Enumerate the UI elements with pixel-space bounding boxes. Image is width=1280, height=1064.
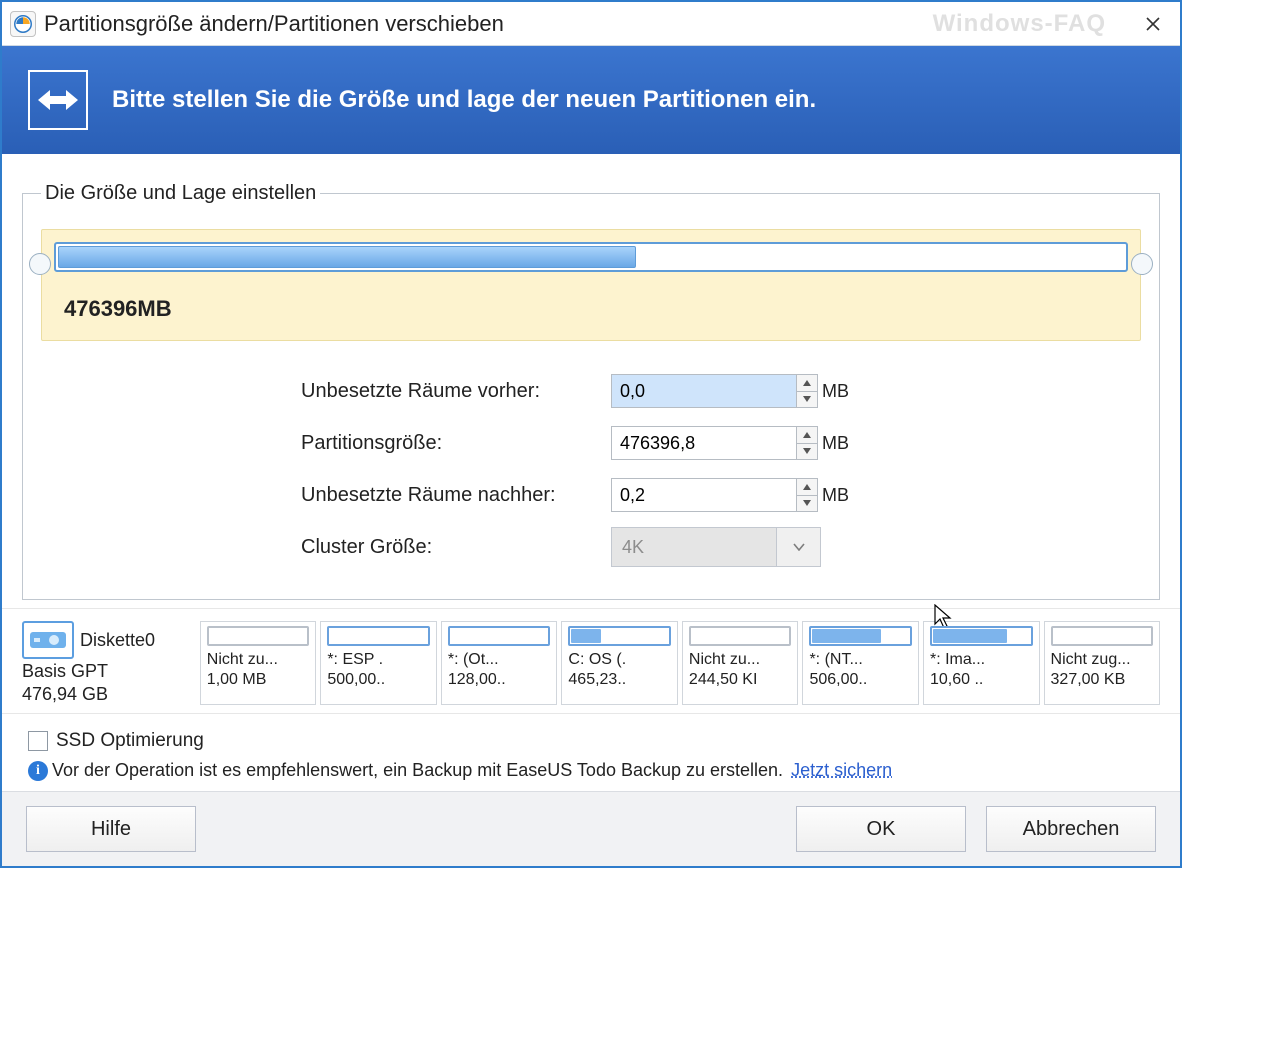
- partition-bar-fill: [58, 246, 636, 268]
- help-button[interactable]: Hilfe: [26, 806, 196, 852]
- button-bar: Hilfe OK Abbrechen: [2, 791, 1180, 866]
- disk-icon: [22, 621, 74, 659]
- partition-tile-size: 327,00 KB: [1051, 670, 1154, 690]
- partition-tile[interactable]: Nicht zu...244,50 KI: [682, 621, 799, 705]
- partition-tile[interactable]: Nicht zug...327,00 KB: [1044, 621, 1161, 705]
- partition-tile-size: 10,60 ..: [930, 670, 1033, 690]
- cluster-size-label: Cluster Größe:: [301, 536, 611, 559]
- cluster-size-value: 4K: [612, 537, 776, 558]
- space-before-up[interactable]: [797, 375, 817, 392]
- banner-text: Bitte stellen Sie die Größe und lage der…: [112, 86, 816, 114]
- partition-size-label: 476396MB: [54, 296, 1128, 322]
- ssd-optimization-checkbox[interactable]: [28, 731, 48, 751]
- unit-label: MB: [822, 381, 849, 402]
- fieldset-legend: Die Größe und Lage einstellen: [41, 182, 320, 205]
- partition-tile-bar: [689, 626, 792, 646]
- partition-tile-label: *: ESP .: [327, 650, 430, 670]
- chevron-down-icon: [776, 528, 820, 566]
- partition-tile-size: 506,00..: [809, 670, 912, 690]
- partition-tile-bar: [930, 626, 1033, 646]
- backup-hint-text: Vor der Operation ist es empfehlenswert,…: [52, 760, 783, 781]
- partition-tile-size: 500,00..: [327, 670, 430, 690]
- partition-size-input[interactable]: [611, 426, 797, 460]
- partition-tile[interactable]: Nicht zu...1,00 MB: [200, 621, 317, 705]
- partition-tile[interactable]: *: (NT...506,00..: [802, 621, 919, 705]
- partition-tile-size: 465,23..: [568, 670, 671, 690]
- partition-tile-bar: [809, 626, 912, 646]
- slider-handle-left[interactable]: [29, 253, 51, 275]
- space-after-down[interactable]: [797, 496, 817, 512]
- resize-icon: [28, 70, 88, 130]
- partition-tile-label: *: (NT...: [809, 650, 912, 670]
- disk-info: Diskette0 Basis GPT 476,94 GB: [22, 621, 196, 705]
- partition-tile-label: Nicht zug...: [1051, 650, 1154, 670]
- partition-tile-bar: [327, 626, 430, 646]
- size-position-fieldset: Die Größe und Lage einstellen 476396MB U…: [22, 182, 1160, 600]
- partition-tile[interactable]: *: Ima...10,60 ..: [923, 621, 1040, 705]
- slider-handle-right[interactable]: [1131, 253, 1153, 275]
- space-after-input[interactable]: [611, 478, 797, 512]
- unit-label: MB: [822, 433, 849, 454]
- partition-tile-label: Nicht zu...: [207, 650, 310, 670]
- info-icon: i: [28, 761, 48, 781]
- partition-bar[interactable]: [54, 242, 1128, 272]
- space-before-label: Unbesetzte Räume vorher:: [301, 380, 611, 403]
- partition-slider[interactable]: 476396MB: [41, 229, 1141, 341]
- titlebar: Partitionsgröße ändern/Partitionen versc…: [2, 2, 1180, 46]
- space-after-label: Unbesetzte Räume nachher:: [301, 484, 611, 507]
- partition-size-up[interactable]: [797, 427, 817, 444]
- unit-label: MB: [822, 485, 849, 506]
- partition-tile-size: 1,00 MB: [207, 670, 310, 690]
- app-icon: [10, 11, 36, 37]
- space-before-input[interactable]: [611, 374, 797, 408]
- ok-button[interactable]: OK: [796, 806, 966, 852]
- cancel-button[interactable]: Abbrechen: [986, 806, 1156, 852]
- partition-tile-label: *: (Ot...: [448, 650, 551, 670]
- close-button[interactable]: [1134, 5, 1172, 43]
- space-after-up[interactable]: [797, 479, 817, 496]
- partition-tile-label: Nicht zu...: [689, 650, 792, 670]
- partition-tile-bar: [207, 626, 310, 646]
- partition-tile[interactable]: *: ESP .500,00..: [320, 621, 437, 705]
- ssd-optimization-label: SSD Optimierung: [56, 730, 204, 752]
- disk-layout-strip: Diskette0 Basis GPT 476,94 GB Nicht zu..…: [2, 608, 1180, 714]
- partition-tile-bar: [448, 626, 551, 646]
- banner: Bitte stellen Sie die Größe und lage der…: [2, 46, 1180, 154]
- window-title: Partitionsgröße ändern/Partitionen versc…: [44, 11, 504, 37]
- disk-total: 476,94 GB: [22, 684, 196, 705]
- partition-tile-size: 244,50 KI: [689, 670, 792, 690]
- partition-tile-label: C: OS (.: [568, 650, 671, 670]
- partition-tile-bar: [568, 626, 671, 646]
- partition-size-down[interactable]: [797, 444, 817, 460]
- watermark: Windows-FAQ: [933, 10, 1106, 38]
- disk-type: Basis GPT: [22, 661, 196, 682]
- cluster-size-combo: 4K: [611, 527, 821, 567]
- partition-tile[interactable]: *: (Ot...128,00..: [441, 621, 558, 705]
- partition-tile[interactable]: C: OS (.465,23..: [561, 621, 678, 705]
- backup-now-link[interactable]: Jetzt sichern: [791, 760, 892, 781]
- space-before-down[interactable]: [797, 392, 817, 408]
- partition-tile-size: 128,00..: [448, 670, 551, 690]
- disk-name: Diskette0: [80, 630, 155, 651]
- partition-tile-bar: [1051, 626, 1154, 646]
- partition-size-field-label: Partitionsgröße:: [301, 432, 611, 455]
- partition-tile-label: *: Ima...: [930, 650, 1033, 670]
